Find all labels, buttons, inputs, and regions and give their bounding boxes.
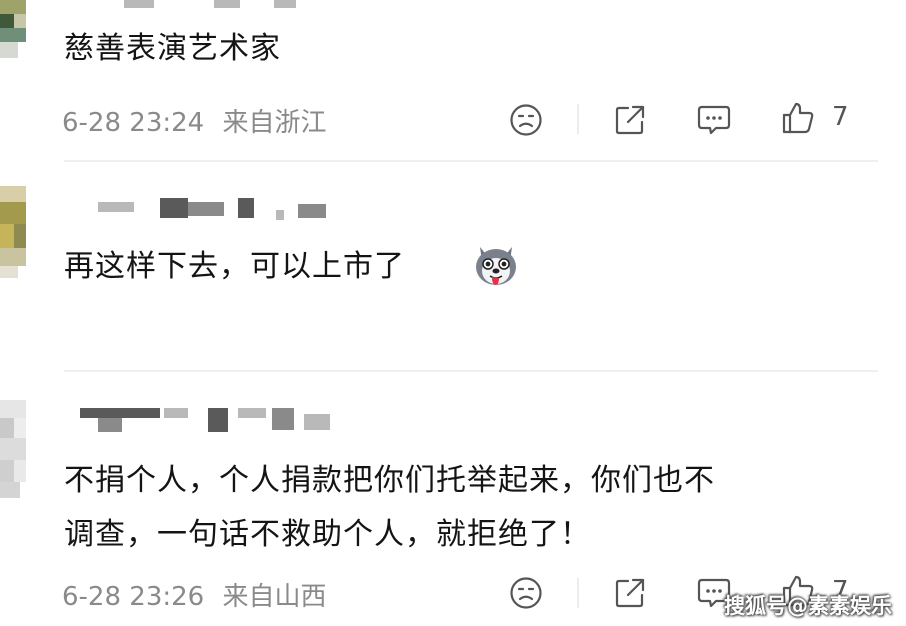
comment-text-line-1: 不捐个人，个人捐款把你们托举起来，你们也不 (64, 463, 715, 498)
dislike-face-icon[interactable] (506, 100, 546, 140)
comment-time: 6-28 23:24 (62, 108, 205, 138)
action-separator (577, 104, 579, 134)
dislike-face-icon[interactable] (506, 573, 546, 613)
watermark: 搜狐号@素素娱乐 (724, 594, 892, 618)
avatar[interactable] (0, 186, 26, 278)
avatar[interactable] (0, 0, 26, 58)
username-redacted[interactable] (64, 196, 326, 226)
comment-text: 慈善表演艺术家 (64, 31, 281, 66)
comment-meta: 6-28 23:26 来自山西 (62, 576, 326, 613)
comment-divider (64, 160, 878, 162)
like-count: 7 (832, 102, 849, 132)
like-thumb-icon[interactable] (778, 98, 818, 138)
action-separator (577, 578, 579, 608)
comment-text-line-2: 调查，一句话不救助个人，就拒绝了！ (64, 517, 591, 552)
comment-text: 再这样下去，可以上市了 (64, 238, 405, 296)
comment-meta: 6-28 23:24 来自浙江 (62, 102, 326, 139)
comment-location: 来自山西 (222, 582, 327, 612)
username-redacted[interactable] (64, 404, 330, 434)
comment-time: 6-28 23:26 (62, 582, 205, 612)
avatar[interactable] (0, 400, 26, 498)
comment-text-body: 再这样下去，可以上市了 (64, 249, 405, 284)
share-icon[interactable] (610, 573, 650, 613)
comment-bubble-icon[interactable] (694, 100, 734, 140)
comment-location: 来自浙江 (222, 108, 327, 138)
husky-emoji-icon (472, 243, 520, 287)
comment-divider (64, 370, 878, 372)
share-icon[interactable] (610, 100, 650, 140)
